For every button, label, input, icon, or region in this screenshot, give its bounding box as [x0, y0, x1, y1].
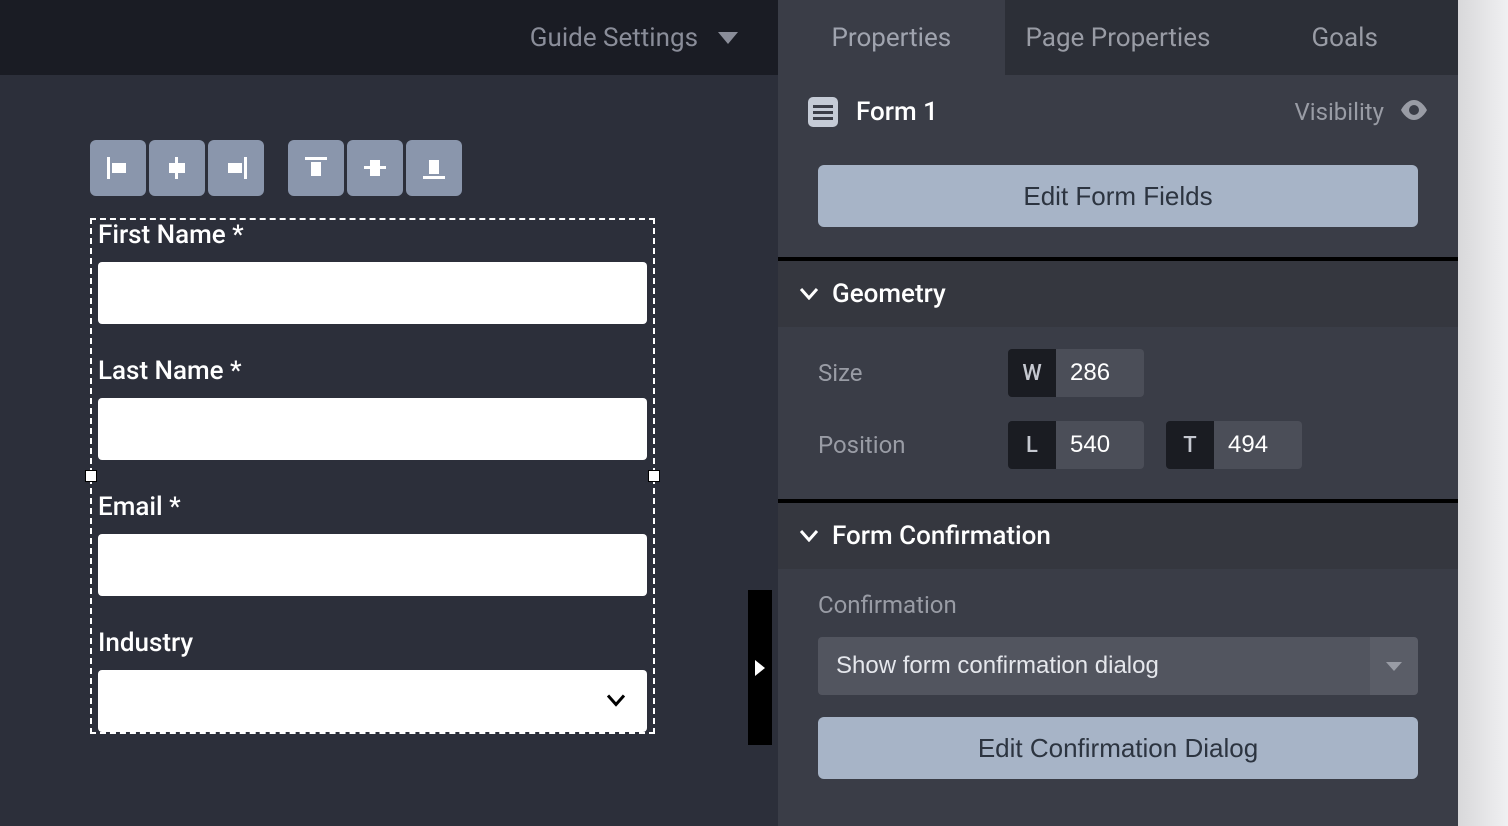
left-input[interactable] [1056, 421, 1144, 469]
form-field: Email * [92, 492, 653, 596]
element-header: Form 1 Visibility [778, 75, 1458, 149]
canvas[interactable]: First Name * Last Name * Email * Industr… [0, 75, 778, 826]
email-input[interactable] [98, 534, 647, 596]
align-center-v-button[interactable] [347, 140, 403, 196]
first-name-input[interactable] [98, 262, 647, 324]
canvas-panel: Guide Settings [0, 0, 778, 826]
edit-form-fields-button[interactable]: Edit Form Fields [818, 165, 1418, 227]
form-field: Last Name * [92, 356, 653, 460]
visibility-label: Visibility [1294, 98, 1384, 126]
top-prefix: T [1166, 421, 1214, 469]
field-label: Email * [98, 492, 647, 522]
tab-goals[interactable]: Goals [1231, 0, 1458, 75]
panel-body: Form 1 Visibility Edit Form Fields Geome… [778, 75, 1458, 826]
top-input[interactable] [1214, 421, 1302, 469]
field-label: Last Name * [98, 356, 647, 386]
field-label: Industry [98, 628, 647, 658]
position-label: Position [818, 431, 1008, 459]
last-name-input[interactable] [98, 398, 647, 460]
resize-handle-right[interactable] [648, 470, 660, 482]
form-field: Industry [92, 628, 653, 732]
panel-tabs: Properties Page Properties Goals [778, 0, 1458, 75]
section-title: Form Confirmation [832, 521, 1051, 551]
resize-handle-left[interactable] [85, 470, 97, 482]
visibility-group: Visibility [1294, 98, 1428, 126]
chevron-down-icon [800, 285, 818, 304]
chevron-down-icon [718, 32, 738, 44]
alignment-toolbar [90, 140, 778, 196]
geometry-section: Geometry Size W Position [778, 257, 1458, 499]
section-title: Geometry [832, 279, 946, 309]
form-element-selection[interactable]: First Name * Last Name * Email * Industr… [90, 218, 655, 734]
width-input[interactable] [1056, 349, 1144, 397]
size-label: Size [818, 359, 1008, 387]
guide-settings-dropdown[interactable]: Guide Settings [530, 23, 738, 53]
guide-settings-label: Guide Settings [530, 23, 698, 53]
edit-confirmation-dialog-button[interactable]: Edit Confirmation Dialog [818, 717, 1418, 779]
industry-select[interactable] [98, 670, 647, 732]
align-top-button[interactable] [288, 140, 344, 196]
align-left-button[interactable] [90, 140, 146, 196]
geometry-header[interactable]: Geometry [778, 261, 1458, 327]
chevron-down-icon [800, 527, 818, 546]
confirmation-select-toggle[interactable] [1370, 637, 1418, 695]
width-prefix: W [1008, 349, 1056, 397]
align-right-button[interactable] [208, 140, 264, 196]
confirmation-header[interactable]: Form Confirmation [778, 503, 1458, 569]
scrollbar-track[interactable] [1458, 0, 1508, 826]
left-prefix: L [1008, 421, 1056, 469]
tab-properties[interactable]: Properties [778, 0, 1005, 75]
align-center-h-button[interactable] [149, 140, 205, 196]
align-bottom-button[interactable] [406, 140, 462, 196]
field-label: First Name * [98, 220, 647, 250]
chevron-down-icon [1386, 662, 1402, 671]
form-field: First Name * [92, 220, 653, 324]
guide-header: Guide Settings [0, 0, 778, 75]
form-icon [808, 97, 838, 127]
tab-page-properties[interactable]: Page Properties [1005, 0, 1232, 75]
properties-panel: Properties Page Properties Goals Form 1 … [778, 0, 1458, 826]
confirmation-section: Form Confirmation Confirmation Show form… [778, 499, 1458, 779]
eye-icon[interactable] [1400, 98, 1428, 126]
confirmation-select[interactable]: Show form confirmation dialog [818, 637, 1370, 695]
chevron-right-icon [755, 660, 765, 676]
confirmation-label: Confirmation [818, 591, 1418, 619]
element-title: Form 1 [856, 97, 938, 127]
panel-expander[interactable] [748, 590, 772, 745]
